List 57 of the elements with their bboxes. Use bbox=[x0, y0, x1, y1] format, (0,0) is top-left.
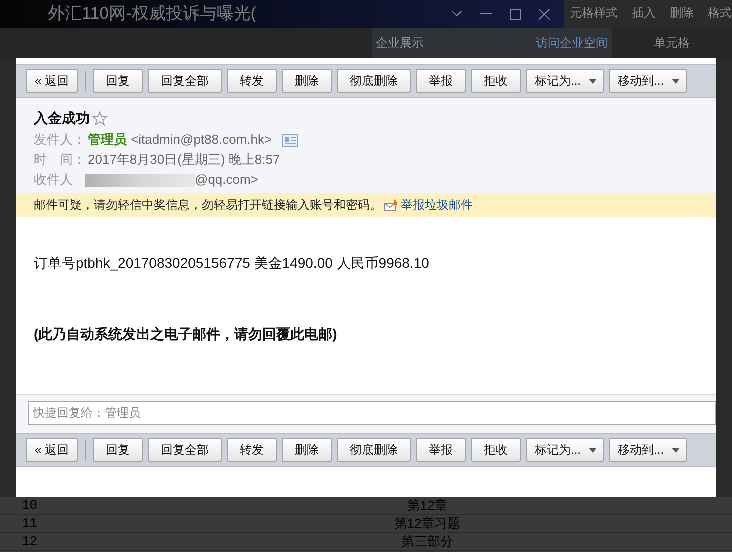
row-number: 12 bbox=[21, 532, 39, 551]
field-label: 时 间： bbox=[34, 151, 86, 170]
toolbar-button[interactable]: 拒收 bbox=[471, 438, 522, 462]
ribbon-item[interactable]: 元格样式 bbox=[570, 4, 618, 22]
toolbar-button[interactable]: 回复 bbox=[93, 69, 144, 93]
dropdown-button[interactable]: 标记为... bbox=[526, 69, 604, 93]
field-label: 发件人： bbox=[34, 131, 86, 150]
toolbar-button[interactable]: 删除 bbox=[282, 69, 332, 93]
report-spam-link[interactable]: 举报垃圾邮件 bbox=[401, 196, 473, 214]
link[interactable]: 访问企业空间 bbox=[536, 34, 608, 52]
ribbon-group-label: 单元格 bbox=[654, 35, 690, 52]
toolbar-button[interactable]: 删除 bbox=[282, 438, 332, 462]
row-number: 11 bbox=[21, 514, 39, 533]
section-heading: 企业展示 bbox=[376, 35, 424, 52]
quick-reply-field[interactable]: 快捷回复给：管理员 bbox=[28, 401, 716, 425]
toolbar-button[interactable]: 举报 bbox=[416, 438, 466, 462]
dropdown-button[interactable]: 移动到... bbox=[609, 69, 688, 93]
caret-icon bbox=[672, 448, 680, 452]
table-cell-text: 第三部分 bbox=[400, 532, 454, 551]
dropdown-button[interactable]: 移动到... bbox=[609, 438, 688, 462]
field-label: 收件人 bbox=[34, 171, 73, 190]
window-title: 外汇110网-权威投诉与曝光( bbox=[48, 3, 256, 26]
mail-body-text: 订单号ptbhk_20170830205156775 美金1490.00 人民币9968.10 bbox=[34, 254, 430, 273]
row-number: 10 bbox=[21, 496, 39, 515]
mail-body-text: (此乃自动系统发出之电子邮件，请勿回覆此电邮) bbox=[34, 325, 338, 344]
minimize-icon[interactable] bbox=[480, 13, 492, 15]
close-icon[interactable] bbox=[539, 8, 550, 20]
ribbon-item[interactable]: 插入 bbox=[632, 4, 656, 22]
envelope-flame-icon bbox=[384, 199, 398, 211]
table-cell-text: 第12章习题 bbox=[393, 514, 462, 533]
mail-subject: 入金成功 bbox=[34, 109, 90, 128]
chevron-down-icon bbox=[452, 11, 462, 17]
toolbar-button[interactable]: 彻底删除 bbox=[337, 69, 412, 93]
toolbar-button[interactable]: 回复全部 bbox=[148, 438, 222, 462]
sender-name[interactable]: 管理员 bbox=[88, 130, 127, 150]
star-icon[interactable] bbox=[92, 110, 108, 126]
toolbar-button[interactable]: 举报 bbox=[416, 69, 466, 93]
toolbar-button[interactable]: 回复 bbox=[93, 438, 144, 462]
toolbar-button[interactable]: 转发 bbox=[227, 69, 278, 93]
caret-icon bbox=[589, 78, 598, 84]
ribbon-item[interactable]: 格式 bbox=[708, 4, 732, 22]
toolbar-button[interactable]: 回复全部 bbox=[148, 69, 222, 93]
dropdown-button[interactable]: 标记为... bbox=[526, 438, 604, 462]
toolbar-button[interactable]: 拒收 bbox=[471, 69, 522, 93]
sender-address: <itadmin@pt88.com.hk> bbox=[131, 131, 272, 150]
ribbon-item[interactable]: 删除 bbox=[670, 4, 694, 22]
maximize-icon[interactable] bbox=[510, 8, 521, 20]
warning-text: 邮件可疑，请勿轻信中奖信息，勿轻易打开链接输入账号和密码。 bbox=[34, 197, 382, 214]
toolbar-button[interactable]: 转发 bbox=[227, 438, 278, 462]
table-cell-text: 第12章 bbox=[406, 496, 449, 515]
recipient-address: @qq.com> bbox=[195, 171, 258, 190]
caret-icon bbox=[672, 78, 680, 84]
back-button[interactable]: « 返回 bbox=[26, 69, 78, 93]
back-button[interactable]: « 返回 bbox=[26, 438, 78, 462]
caret-icon bbox=[589, 448, 598, 452]
toolbar-button[interactable]: 彻底删除 bbox=[337, 438, 412, 462]
sent-time: 2017年8月30日(星期三) 晚上8:57 bbox=[88, 151, 280, 170]
